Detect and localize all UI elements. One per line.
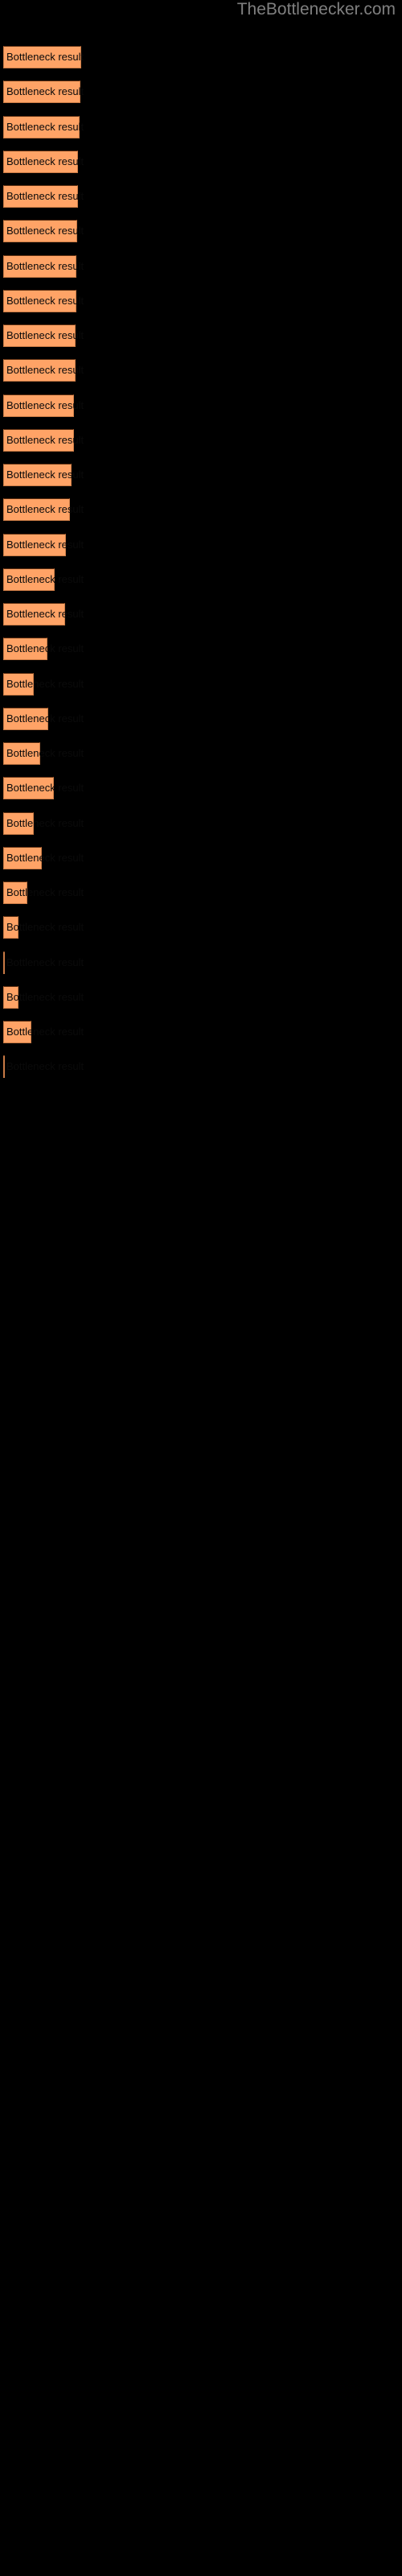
bar-12[interactable] xyxy=(3,429,74,452)
bar-27[interactable] xyxy=(3,952,5,974)
bar-4[interactable] xyxy=(3,151,78,173)
bar-26[interactable] xyxy=(3,916,18,939)
bar-7[interactable] xyxy=(3,255,76,278)
bottleneck-bar-chart: TheBottlenecker.com Bottleneck result Bot… xyxy=(0,0,402,2576)
bar-16[interactable] xyxy=(3,568,55,591)
bar-5[interactable] xyxy=(3,185,78,208)
bar-21[interactable] xyxy=(3,742,40,765)
bar-18[interactable] xyxy=(3,638,47,660)
bar-24[interactable] xyxy=(3,847,42,869)
bar-17[interactable] xyxy=(3,603,65,625)
bar-11[interactable] xyxy=(3,394,74,417)
bar-label: Bottleneck result xyxy=(6,956,84,968)
bars-layer: Bottleneck result Bottleneck result Bottle… xyxy=(0,0,402,2576)
bar-22[interactable] xyxy=(3,777,54,799)
bar-19[interactable] xyxy=(3,673,34,696)
bar-2[interactable] xyxy=(3,80,80,103)
bar-20[interactable] xyxy=(3,708,48,730)
bar-label: Bottleneck result xyxy=(6,1060,84,1072)
bar-29[interactable] xyxy=(3,1021,31,1043)
bar-25[interactable] xyxy=(3,881,27,904)
bar-10[interactable] xyxy=(3,359,76,382)
bar-15[interactable] xyxy=(3,534,66,556)
bar-8[interactable] xyxy=(3,290,76,312)
bar-14[interactable] xyxy=(3,498,70,521)
bar-30[interactable] xyxy=(3,1055,5,1078)
bar-28[interactable] xyxy=(3,986,18,1009)
bar-13[interactable] xyxy=(3,464,72,486)
bar-23[interactable] xyxy=(3,812,34,835)
bar-1[interactable] xyxy=(3,46,81,68)
bar-6[interactable] xyxy=(3,220,77,242)
bar-3[interactable] xyxy=(3,116,80,138)
bar-9[interactable] xyxy=(3,324,76,347)
